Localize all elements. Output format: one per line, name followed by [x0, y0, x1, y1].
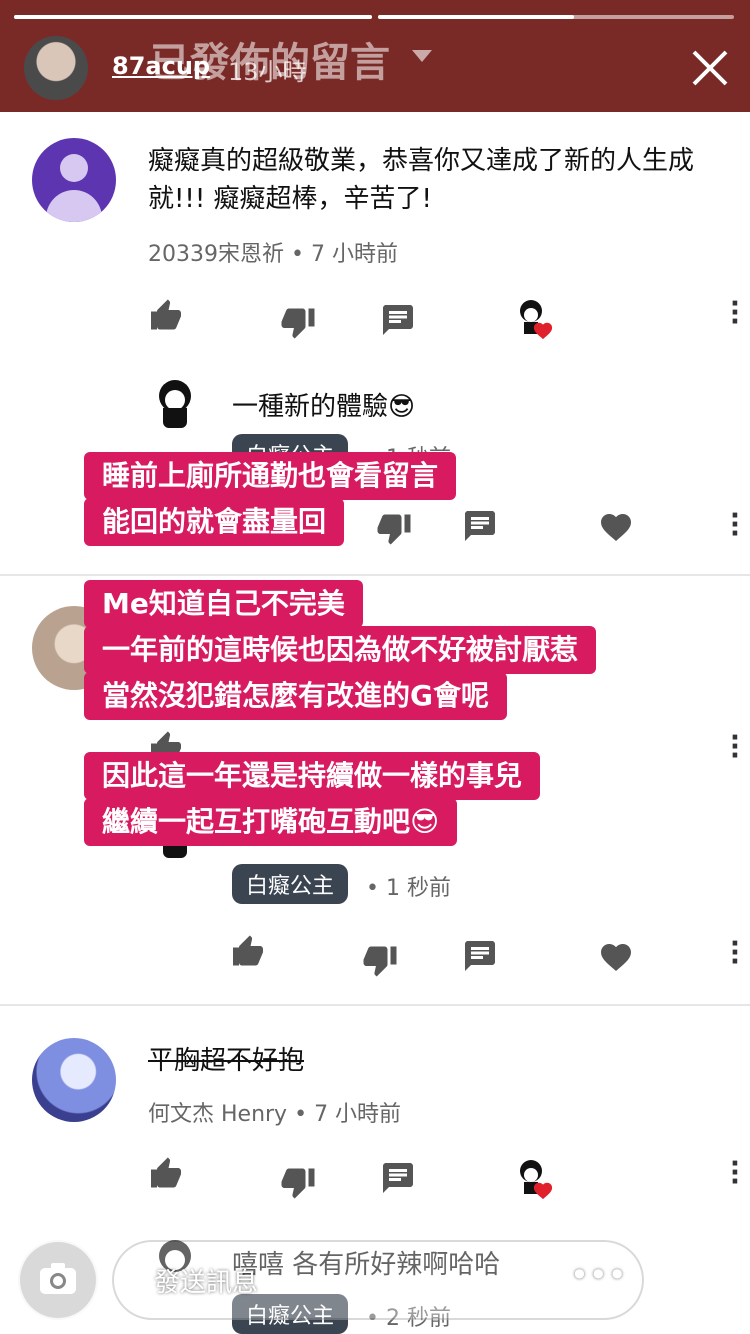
heart-icon[interactable]	[598, 508, 634, 544]
comment-text: 癡癡真的超級敬業，恭喜你又達成了新的人生成就!!! 癡癡超棒，辛苦了!	[148, 146, 695, 214]
thumb-up-icon[interactable]	[148, 1156, 184, 1192]
comment-author: 20339宋恩祈	[148, 242, 284, 267]
thumb-up-icon[interactable]	[230, 934, 266, 970]
sticker-line: 繼續一起互打嘴砲互動吧😎	[84, 798, 458, 846]
heart-icon	[533, 322, 553, 340]
reply-time: • 1 秒前	[366, 876, 451, 901]
sticker-line: Me知道自己不完美	[84, 580, 363, 628]
sticker-line: 當然沒犯錯怎麼有改進的G會呢	[84, 672, 507, 720]
story-avatar[interactable]	[24, 36, 88, 100]
comment-author: 何文杰 Henry	[148, 1102, 288, 1127]
story-progress-2	[378, 15, 734, 19]
reply-icon[interactable]	[462, 938, 498, 974]
comment-meta: 何文杰 Henry • 7 小時前	[148, 1102, 402, 1127]
comment-text: 平胸超不好抱	[148, 1046, 305, 1076]
sticker-note-3: 因此這一年還是持續做一樣的事兒 繼續一起互打嘴砲互動吧😎	[84, 752, 541, 846]
divider	[0, 1004, 750, 1006]
sticker-note-2: Me知道自己不完美 一年前的這時候也因為做不好被討厭惹 當然沒犯錯怎麼有改進的G…	[84, 580, 597, 720]
creator-heart-badge	[516, 1158, 556, 1204]
more-vert-icon[interactable]: · · ·	[730, 725, 740, 769]
heart-icon[interactable]	[598, 938, 634, 974]
reply-text: 一種新的體驗😎	[232, 392, 416, 422]
story-username[interactable]: 87acup	[112, 52, 210, 80]
comment-meta: 20339宋恩祈 • 7 小時前	[148, 242, 398, 267]
avatar[interactable]	[155, 380, 195, 432]
divider	[0, 574, 750, 576]
reply-icon[interactable]	[462, 508, 498, 544]
story-time: 13小時	[228, 58, 307, 86]
more-vert-icon[interactable]: · · ·	[730, 291, 740, 335]
sticker-note-1: 睡前上廁所通勤也會看留言 能回的就會盡量回	[84, 452, 457, 546]
comment-time: 7 小時前	[314, 1102, 402, 1127]
send-icon[interactable]	[668, 1254, 716, 1302]
comment-time: 7 小時前	[310, 242, 398, 267]
thumb-down-icon[interactable]	[362, 942, 398, 978]
camera-button[interactable]	[18, 1240, 98, 1320]
sticker-line: 能回的就會盡量回	[84, 498, 345, 546]
owner-chip[interactable]: 白癡公主	[232, 864, 349, 904]
avatar[interactable]	[32, 1038, 116, 1122]
more-options-button[interactable]: •••	[570, 1256, 627, 1294]
thumb-down-icon[interactable]	[280, 1164, 316, 1200]
close-icon[interactable]	[690, 48, 730, 88]
creator-heart-badge	[516, 298, 556, 344]
reply-icon[interactable]	[380, 302, 416, 338]
thumb-down-icon[interactable]	[280, 304, 316, 340]
more-vert-icon[interactable]: · · ·	[730, 503, 740, 547]
thumb-up-icon[interactable]	[148, 298, 184, 334]
story-progress-1	[14, 15, 372, 19]
chevron-down-icon	[412, 50, 432, 62]
sticker-line: 一年前的這時候也因為做不好被討厭惹	[84, 626, 597, 674]
reply-time-value: 1 秒前	[385, 876, 451, 901]
more-vert-icon[interactable]: · · ·	[730, 1151, 740, 1195]
sticker-line: 因此這一年還是持續做一樣的事兒	[84, 752, 541, 800]
sticker-line: 睡前上廁所通勤也會看留言	[84, 452, 457, 500]
camera-icon	[40, 1263, 76, 1294]
avatar[interactable]	[32, 138, 116, 222]
more-vert-icon[interactable]: · · ·	[730, 931, 740, 975]
heart-icon	[533, 1182, 553, 1200]
reply-icon[interactable]	[380, 1160, 416, 1196]
message-placeholder: 發送訊息	[154, 1268, 259, 1298]
